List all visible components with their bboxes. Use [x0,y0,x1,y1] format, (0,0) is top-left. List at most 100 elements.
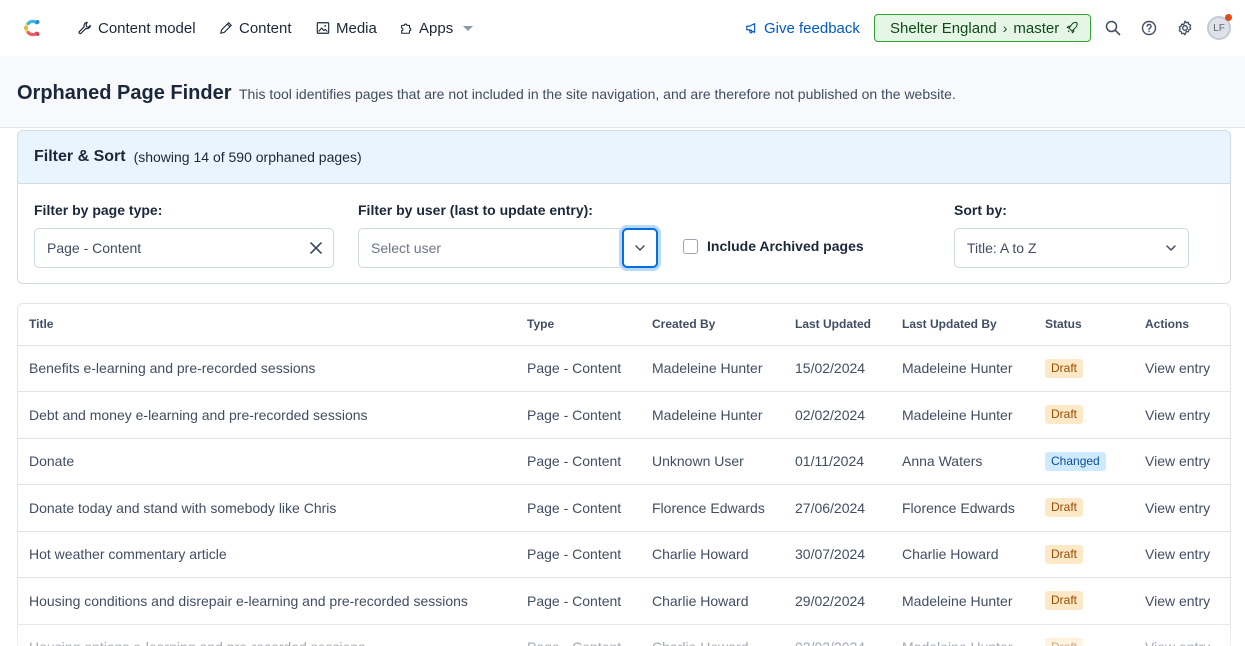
cell-type: Page - Content [516,391,641,439]
top-navigation: Content model Content Media Apps Give fe… [0,0,1245,56]
nav-apps-label: Apps [419,19,454,37]
cell-status: Draft [1034,345,1134,392]
status-badge: Draft [1045,405,1084,425]
cell-status: Draft [1034,624,1134,646]
cell-last-updated-by: Madeleine Hunter [891,345,1034,392]
sort-value: Title: A to Z [967,240,1037,256]
status-badge: Draft [1045,591,1084,611]
column-header-title[interactable]: Title [18,304,516,346]
page-type-filter-select[interactable]: Page - Content [34,228,334,268]
view-entry-link[interactable]: View entry [1145,546,1210,562]
column-header-last-updated-by[interactable]: Last Updated By [891,304,1034,346]
filter-sort-panel: Filter & Sort (showing 14 of 590 orphane… [17,130,1231,284]
status-badge: Changed [1045,451,1106,471]
notification-dot [1225,14,1232,21]
cell-created-by: Charlie Howard [641,531,784,578]
page-type-filter-label: Filter by page type: [34,202,163,218]
include-archived-checkbox[interactable] [683,238,698,254]
cell-status: Changed [1034,438,1134,485]
help-icon[interactable] [1140,19,1158,37]
column-header-created-by[interactable]: Created By [641,304,784,346]
chevron-right-icon: › [1002,20,1008,36]
column-header-status[interactable]: Status [1034,304,1134,346]
wrench-icon [78,21,91,35]
filter-panel-title: Filter & Sort [34,148,126,165]
give-feedback-link[interactable]: Give feedback [745,18,860,38]
table-row[interactable]: Housing options e-learning and pre-recor… [18,624,1230,646]
filter-panel-header: Filter & Sort (showing 14 of 590 orphane… [18,131,1230,184]
page-type-filter-value: Page - Content [47,240,142,256]
cell-actions: View entry [1134,531,1230,578]
cell-created-by: Unknown User [641,438,784,485]
search-icon[interactable] [1104,19,1122,37]
contentful-logo-icon[interactable] [20,16,44,40]
rocket-icon [1066,21,1078,34]
view-entry-link[interactable]: View entry [1145,407,1210,423]
cell-created-by: Madeleine Hunter [641,345,784,392]
cell-created-by: Charlie Howard [641,577,784,625]
cell-status: Draft [1034,391,1134,439]
user-filter-dropdown-button[interactable] [622,228,658,268]
table-row[interactable]: Donate today and stand with somebody lik… [18,484,1230,532]
cell-status: Draft [1034,484,1134,532]
page-title: Orphaned Page Finder [17,82,232,104]
cell-last-updated: 01/11/2024 [784,438,891,485]
status-badge: Draft [1045,544,1084,564]
gear-icon[interactable] [1176,19,1194,37]
cell-last-updated-by: Florence Edwards [891,484,1034,532]
nav-content[interactable]: Content [219,18,292,38]
user-filter-placeholder: Select user [371,240,442,256]
view-entry-link[interactable]: View entry [1145,360,1210,376]
cell-title: Hot weather commentary article [18,531,516,578]
cell-last-updated: 29/02/2024 [784,577,891,625]
orphaned-pages-table: Title Type Created By Last Updated Last … [17,303,1231,646]
page-description: This tool identifies pages that are not … [239,86,956,102]
include-archived-toggle[interactable]: Include Archived pages [683,238,864,254]
cell-last-updated-by: Charlie Howard [891,531,1034,578]
caret-down-icon [463,25,474,31]
table-row[interactable]: Donate Page - Content Unknown User 01/11/20… [18,438,1230,485]
column-header-last-updated[interactable]: Last Updated [784,304,891,346]
cell-last-updated: 15/02/2024 [784,345,891,392]
table-row[interactable]: Hot weather commentary article Page - Con… [18,531,1230,578]
view-entry-link[interactable]: View entry [1145,453,1210,469]
nav-media[interactable]: Media [316,18,377,38]
table-row[interactable]: Housing conditions and disrepair e-learn… [18,577,1230,625]
table-row[interactable]: Debt and money e-learning and pre-record… [18,391,1230,439]
cell-actions: View entry [1134,345,1230,392]
cell-title: Donate today and stand with somebody lik… [18,484,516,532]
sort-label: Sort by: [954,202,1007,218]
nav-apps[interactable]: Apps [399,18,474,38]
cell-type: Page - Content [516,624,641,646]
results-count: (showing 14 of 590 orphaned pages) [133,149,362,165]
cell-type: Page - Content [516,438,641,485]
cell-actions: View entry [1134,577,1230,625]
cell-last-updated-by: Madeleine Hunter [891,391,1034,439]
cell-type: Page - Content [516,345,641,392]
give-feedback-label: Give feedback [764,19,860,37]
cell-title: Donate [18,438,516,485]
cell-title: Housing options e-learning and pre-recor… [18,624,516,646]
sort-select[interactable]: Title: A to Z [954,228,1189,268]
view-entry-link[interactable]: View entry [1145,593,1210,609]
clear-icon[interactable] [309,241,323,255]
nav-content-model[interactable]: Content model [78,18,196,38]
table-header-row: Title Type Created By Last Updated Last … [18,304,1230,346]
view-entry-link[interactable]: View entry [1145,500,1210,516]
cell-actions: View entry [1134,438,1230,485]
table-row[interactable]: Benefits e-learning and pre-recorded ses… [18,345,1230,392]
cell-status: Draft [1034,577,1134,625]
cell-created-by: Charlie Howard [641,624,784,646]
cell-status: Draft [1034,531,1134,578]
cell-last-updated: 02/02/2024 [784,624,891,646]
nav-content-model-label: Content model [98,19,196,37]
space-environment-switcher[interactable]: Shelter England › master [874,14,1091,42]
cell-actions: View entry [1134,624,1230,646]
cell-created-by: Florence Edwards [641,484,784,532]
user-filter-select[interactable]: Select user [358,228,658,268]
view-entry-link[interactable]: View entry [1145,639,1210,646]
cell-type: Page - Content [516,577,641,625]
column-header-type[interactable]: Type [516,304,641,346]
page-header: Orphaned Page Finder This tool identifie… [0,56,1245,128]
cell-last-updated-by: Madeleine Hunter [891,577,1034,625]
